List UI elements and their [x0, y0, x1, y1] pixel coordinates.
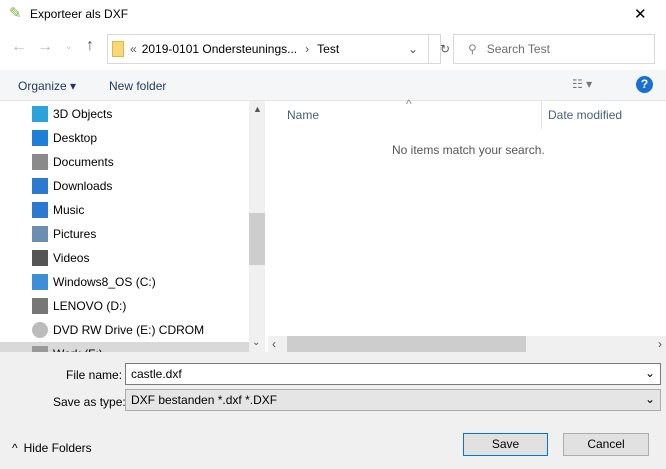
empty-message: No items match your search. [392, 143, 545, 157]
forward-button[interactable]: → [37, 38, 53, 56]
nav-item-label: Documents [53, 155, 114, 169]
nav-item[interactable]: Music [0, 198, 249, 222]
save-type-select[interactable]: DXF bestanden *.dxf *.DXF ⌄ [125, 389, 661, 411]
chevron-down-icon[interactable]: ⌄ [645, 392, 655, 406]
breadcrumb-separator: › [305, 42, 310, 56]
nav-item-label: Windows8_OS (C:) [53, 275, 156, 289]
save-type-label: Save as type: [53, 395, 126, 409]
close-button[interactable]: ✕ [634, 5, 647, 23]
nav-item[interactable]: Pictures [0, 222, 249, 246]
downloads-icon [32, 178, 48, 194]
nav-item-label: Desktop [53, 131, 98, 145]
column-name[interactable]: Name [287, 108, 319, 122]
filename-input[interactable]: castle.dxf ⌄ [125, 363, 661, 385]
sort-arrow-icon: ^ [406, 97, 412, 111]
videos-icon [32, 250, 48, 266]
nav-item[interactable]: Windows8_OS (C:) [0, 270, 249, 294]
search-icon: ⚲ [468, 42, 477, 56]
horizontal-scrollbar[interactable]: ‹ › [268, 336, 666, 352]
nav-item[interactable]: Documents [0, 150, 249, 174]
nav-item-label: 3D Objects [53, 107, 113, 121]
organize-button[interactable]: Organize ▾ [18, 79, 76, 93]
nav-item-label: DVD RW Drive (E:) CDROM [53, 323, 205, 337]
search-input[interactable]: ⚲ Search Test [453, 34, 655, 64]
drive-icon [32, 298, 48, 314]
nav-scroll-thumb[interactable] [249, 213, 265, 265]
nav-item[interactable]: Work (F:) [0, 342, 249, 352]
view-options-icon[interactable]: ☷ ▾ [572, 77, 592, 91]
nav-item-label: Downloads [53, 179, 113, 193]
nav-item[interactable]: Desktop [0, 126, 249, 150]
documents-icon [32, 154, 48, 170]
music-icon [32, 202, 48, 218]
search-placeholder: Search Test [486, 42, 550, 56]
nav-scrollbar[interactable]: ▲ ⌄ [249, 101, 265, 352]
back-button[interactable]: ← [11, 38, 27, 56]
nav-item-label: Music [53, 203, 85, 217]
filename-label: File name: [66, 368, 123, 382]
breadcrumb-parent[interactable]: 2019-0101 Ondersteunings... [142, 42, 297, 56]
app-icon: ✎ [9, 5, 22, 22]
new-folder-button[interactable]: New folder [109, 79, 166, 93]
nav-item[interactable]: DVD RW Drive (E:) CDROM [0, 318, 249, 342]
nav-item-label: LENOVO (D:) [53, 299, 127, 313]
recent-dropdown[interactable]: ⌄ [65, 41, 73, 52]
chevron-up-icon: ^ [12, 441, 18, 455]
chevron-down-icon[interactable]: ⌄ [645, 366, 655, 380]
desktop-icon [32, 130, 48, 146]
nav-item-label: Pictures [53, 227, 97, 241]
address-dropdown[interactable]: ⌄ [408, 42, 418, 56]
save-type-value: DXF bestanden *.dxf *.DXF [131, 393, 278, 407]
navigation-pane: 3D Objects Desktop Documents Downloads Music… [0, 101, 249, 352]
filename-value: castle.dxf [131, 367, 182, 381]
nav-item-label: Videos [53, 251, 90, 265]
address-prefix: « [130, 42, 137, 56]
nav-item[interactable]: 3D Objects [0, 102, 249, 126]
folder-icon [112, 41, 124, 57]
nav-item[interactable]: LENOVO (D:) [0, 294, 249, 318]
hide-folders-label: Hide Folders [23, 441, 92, 455]
help-icon[interactable]: ? [636, 76, 653, 93]
h-scroll-thumb[interactable] [287, 336, 526, 352]
toolbar: Organize ▾ New folder ☷ ▾ ? [0, 70, 666, 101]
dvd-icon [32, 322, 48, 338]
save-button[interactable]: Save [463, 433, 548, 456]
nav-item[interactable]: Downloads [0, 174, 249, 198]
window-title: Exporteer als DXF [30, 7, 129, 21]
cube-icon [32, 106, 48, 122]
nav-item[interactable]: Videos [0, 246, 249, 270]
pictures-icon [32, 226, 48, 242]
column-header: ^ Name Date modified [268, 97, 666, 129]
drive-icon [32, 274, 48, 290]
up-button[interactable]: ↑ [86, 37, 94, 55]
hide-folders-button[interactable]: ^ Hide Folders [12, 441, 92, 455]
cancel-button[interactable]: Cancel [563, 433, 649, 456]
column-date-modified[interactable]: Date modified [548, 108, 622, 122]
address-bar[interactable]: « 2019-0101 Ondersteunings... › Test ⌄ ↻ [107, 34, 450, 64]
breadcrumb-current[interactable]: Test [317, 42, 339, 56]
